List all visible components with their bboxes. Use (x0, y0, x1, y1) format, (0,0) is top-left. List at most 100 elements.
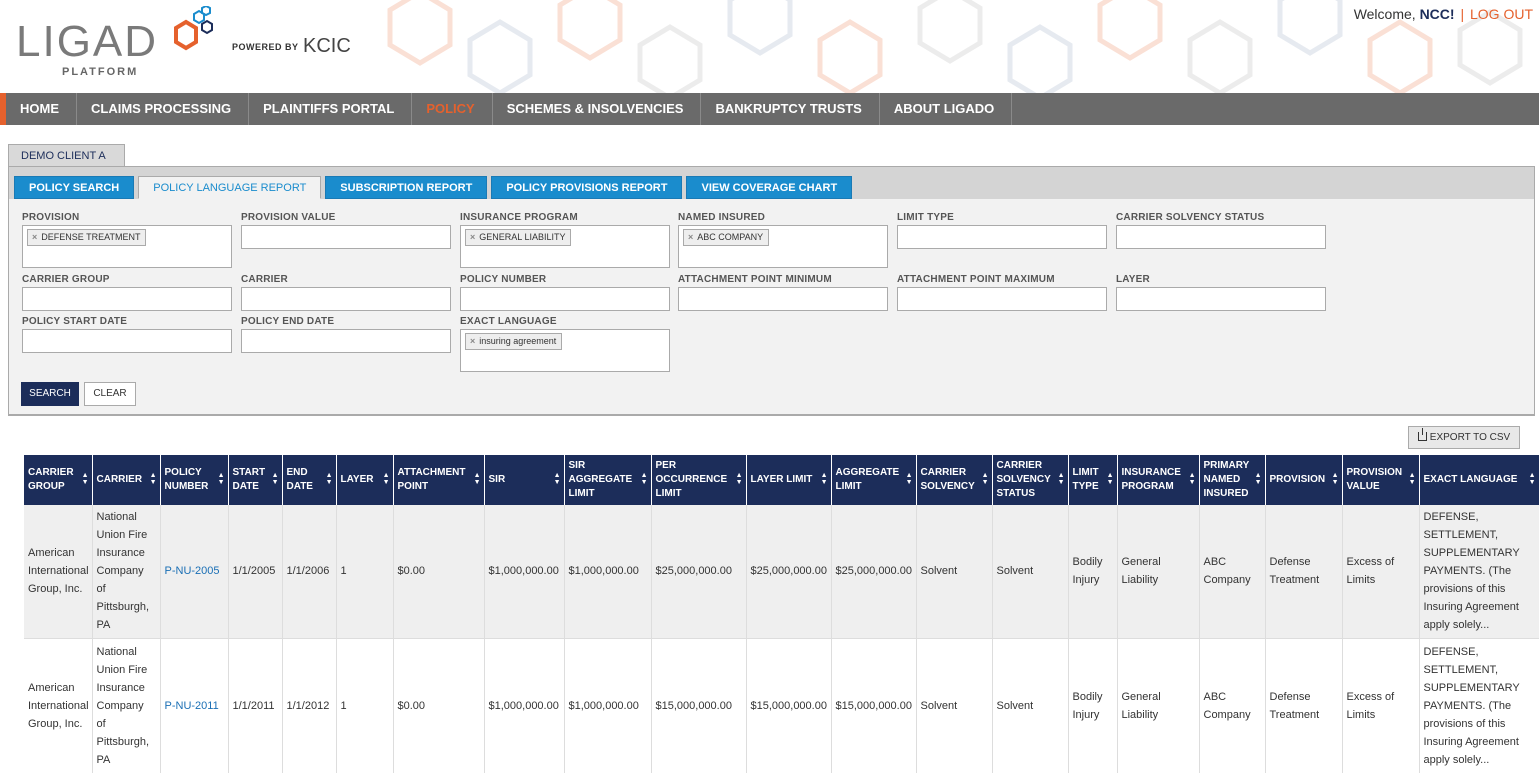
remove-icon[interactable]: × (32, 232, 37, 242)
cell: $25,000,000.00 (651, 505, 747, 639)
policy-end-field[interactable] (241, 329, 451, 353)
cell: Solvent (992, 505, 1069, 639)
insurance-program-chip[interactable]: × GENERAL LIABILITY (465, 229, 572, 246)
col-policy-number[interactable]: POLICY NUMBER ▲ ▼ (160, 455, 229, 505)
nav-bankruptcy-trusts[interactable]: BANKRUPTCY TRUSTS (701, 93, 880, 125)
sort-icon: ▲ ▼ (1331, 472, 1339, 486)
tab-policy-provisions-report[interactable]: POLICY PROVISIONS REPORT (491, 176, 683, 199)
attachment-max-label: ATTACHMENT POINT MAXIMUM (897, 274, 1055, 285)
sort-icon: ▲ ▼ (735, 472, 743, 486)
cell: $0.00 (393, 638, 485, 773)
chip-label: GENERAL LIABILITY (479, 232, 566, 242)
cell: $0.00 (393, 505, 485, 639)
user-name: NCC! (1419, 6, 1455, 22)
export-csv-button[interactable]: EXPORT TO CSV (1408, 426, 1520, 449)
cell: 1 (336, 638, 394, 773)
ligado-logo[interactable]: LIGAD PLATFORM (16, 6, 213, 80)
cell: General Liability (1117, 505, 1200, 639)
cell: $1,000,000.00 (484, 505, 565, 639)
col-attachment-point[interactable]: ATTACHMENT POINT ▲ ▼ (393, 455, 485, 505)
col-carrier-group[interactable]: CARRIER GROUP ▲ ▼ (24, 455, 93, 505)
cell: Bodily Injury (1068, 505, 1118, 639)
nav-about-ligado[interactable]: ABOUT LIGADO (880, 93, 1013, 125)
col-aggregate-limit[interactable]: AGGREGATE LIMIT ▲ ▼ (831, 455, 917, 505)
col-provision-value[interactable]: PROVISION VALUE ▲ ▼ (1342, 455, 1420, 505)
carrier-label: CARRIER (241, 274, 288, 285)
remove-icon[interactable]: × (470, 232, 475, 242)
policy-number-link[interactable]: P-NU-2005 (160, 505, 229, 639)
nav-schemes-insolvencies[interactable]: SCHEMES & INSOLVENCIES (493, 93, 702, 125)
cell: General Liability (1117, 638, 1200, 773)
col-carrier-solvency[interactable]: CARRIER SOLVENCY ▲ ▼ (916, 455, 993, 505)
col-sir-aggregate-limit[interactable]: SIR AGGREGATE LIMIT ▲ ▼ (564, 455, 652, 505)
clear-button[interactable]: CLEAR (84, 382, 136, 406)
named-insured-field[interactable]: × ABC COMPANY (678, 225, 888, 268)
cell: DEFENSE, SETTLEMENT, SUPPLEMENTARY PAYME… (1419, 638, 1539, 773)
policy-number-field[interactable] (460, 287, 670, 311)
insurance-program-field[interactable]: × GENERAL LIABILITY (460, 225, 670, 268)
client-tab[interactable]: DEMO CLIENT A (8, 144, 125, 167)
main-nav: HOME CLAIMS PROCESSING PLAINTIFFS PORTAL… (0, 93, 1539, 125)
carrier-group-field[interactable] (22, 287, 232, 311)
limit-type-field[interactable] (897, 225, 1107, 249)
cell: American International Group, Inc. (24, 638, 93, 773)
attachment-max-field[interactable] (897, 287, 1107, 311)
sort-icon: ▲ ▼ (1254, 472, 1262, 486)
col-exact-language[interactable]: EXACT LANGUAGE ▲ ▼ (1419, 455, 1539, 505)
col-sir[interactable]: SIR ▲ ▼ (484, 455, 565, 505)
provision-field[interactable]: × DEFENSE TREATMENT (22, 225, 232, 268)
col-start-date[interactable]: START DATE ▲ ▼ (228, 455, 283, 505)
cell: $15,000,000.00 (746, 638, 832, 773)
exact-language-chip[interactable]: × insuring agreement (465, 333, 563, 350)
tab-policy-search[interactable]: POLICY SEARCH (14, 176, 135, 199)
cell: $1,000,000.00 (564, 505, 652, 639)
carrier-solvency-status-field[interactable] (1116, 225, 1326, 249)
sort-icon: ▲ ▼ (981, 472, 989, 486)
col-provision[interactable]: PROVISION ▲ ▼ (1265, 455, 1343, 505)
provision-value-label: PROVISION VALUE (241, 212, 336, 223)
col-end-date[interactable]: END DATE ▲ ▼ (282, 455, 337, 505)
remove-icon[interactable]: × (470, 336, 475, 346)
provision-value-field[interactable] (241, 225, 451, 249)
policy-start-field[interactable] (22, 329, 232, 353)
cell: $25,000,000.00 (746, 505, 832, 639)
col-carrier[interactable]: CARRIER ▲ ▼ (92, 455, 161, 505)
tab-subscription-report[interactable]: SUBSCRIPTION REPORT (325, 176, 488, 199)
nav-home[interactable]: HOME (6, 93, 77, 125)
col-carrier-solvency-status[interactable]: CARRIER SOLVENCY STATUS ▲ ▼ (992, 455, 1069, 505)
chip-label: insuring agreement (479, 336, 557, 346)
policy-number-link[interactable]: P-NU-2011 (160, 638, 229, 773)
sort-icon: ▲ ▼ (905, 472, 913, 486)
cell: ABC Company (1199, 505, 1266, 639)
col-insurance-program[interactable]: INSURANCE PROGRAM ▲ ▼ (1117, 455, 1200, 505)
col-layer[interactable]: LAYER ▲ ▼ (336, 455, 394, 505)
carrier-field[interactable] (241, 287, 451, 311)
named-insured-chip[interactable]: × ABC COMPANY (683, 229, 770, 246)
sort-icon: ▲ ▼ (640, 472, 648, 486)
col-primary-named-insured[interactable]: PRIMARY NAMED INSURED ▲ ▼ (1199, 455, 1266, 505)
layer-field[interactable] (1116, 287, 1326, 311)
exact-language-field[interactable]: × insuring agreement (460, 329, 670, 372)
logo-sub: PLATFORM (62, 66, 139, 78)
nav-plaintiffs-portal[interactable]: PLAINTIFFS PORTAL (249, 93, 413, 125)
sort-icon: ▲ ▼ (382, 472, 390, 486)
results-table-wrap: CARRIER GROUP ▲ ▼ CARRIER ▲ ▼ POLICY NUMBER ▲… (24, 455, 1539, 773)
tab-policy-language-report[interactable]: POLICY LANGUAGE REPORT (138, 176, 322, 199)
provision-chip[interactable]: × DEFENSE TREATMENT (27, 229, 147, 246)
cell: 1 (336, 505, 394, 639)
sort-icon: ▲ ▼ (1057, 472, 1065, 486)
remove-icon[interactable]: × (688, 232, 693, 242)
carrier-solvency-status-label: CARRIER SOLVENCY STATUS (1116, 212, 1265, 223)
search-button[interactable]: SEARCH (21, 382, 79, 406)
carrier-group-label: CARRIER GROUP (22, 274, 110, 285)
policy-end-label: POLICY END DATE (241, 316, 335, 327)
logout-link[interactable]: LOG OUT (1470, 6, 1533, 22)
tab-view-coverage-chart[interactable]: VIEW COVERAGE CHART (686, 176, 853, 199)
col-per-occurrence-limit[interactable]: PER OCCURRENCE LIMIT ▲ ▼ (651, 455, 747, 505)
nav-claims-processing[interactable]: CLAIMS PROCESSING (77, 93, 250, 125)
col-limit-type[interactable]: LIMIT TYPE ▲ ▼ (1068, 455, 1118, 505)
attachment-min-field[interactable] (678, 287, 888, 311)
sort-icon: ▲ ▼ (81, 472, 89, 486)
nav-policy[interactable]: POLICY (412, 93, 493, 125)
col-layer-limit[interactable]: LAYER LIMIT ▲ ▼ (746, 455, 832, 505)
